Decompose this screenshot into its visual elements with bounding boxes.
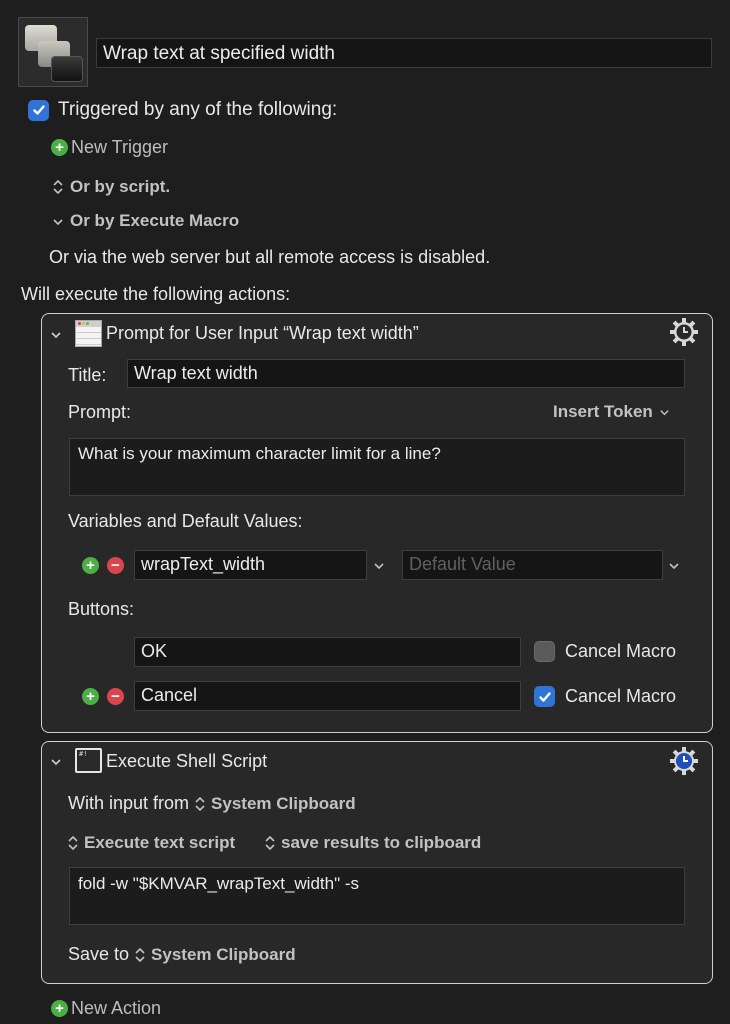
new-action-button[interactable]: + New Action bbox=[51, 998, 161, 1019]
checkmark-icon bbox=[32, 105, 45, 115]
save-to-row: Save to System Clipboard bbox=[68, 944, 296, 965]
web-server-note: Or via the web server but all remote acc… bbox=[49, 247, 491, 267]
or-by-script-label: Or by script. bbox=[70, 177, 171, 196]
prompt-textarea[interactable]: What is your maximum character limit for… bbox=[69, 438, 685, 496]
new-trigger-button[interactable]: + New Trigger bbox=[51, 137, 168, 158]
with-input-value: System Clipboard bbox=[211, 793, 356, 813]
variable-name-input[interactable]: wrapText_width bbox=[134, 550, 367, 580]
save-to-value: System Clipboard bbox=[151, 944, 296, 964]
results-mode-value: save results to clipboard bbox=[281, 833, 482, 852]
triggered-checkbox[interactable] bbox=[28, 99, 49, 121]
add-button-button[interactable]: + bbox=[82, 688, 99, 705]
updown-chevron-icon bbox=[68, 835, 78, 851]
checkmark-icon bbox=[538, 691, 551, 702]
variable-name-dropdown-icon[interactable] bbox=[373, 560, 385, 572]
chevron-down-icon bbox=[53, 219, 63, 226]
triggered-label: Triggered by any of the following: bbox=[58, 99, 338, 120]
actions-heading: Will execute the following actions: bbox=[21, 284, 291, 304]
window-icon bbox=[75, 320, 102, 347]
variables-label: Variables and Default Values: bbox=[68, 511, 303, 531]
button-ok-input[interactable]: OK bbox=[134, 637, 521, 667]
with-input-label: With input from bbox=[68, 793, 190, 813]
action-execute-shell-script: #! Execute Shell Script With input from … bbox=[41, 741, 713, 984]
with-input-popup[interactable]: System Clipboard bbox=[194, 794, 356, 814]
chevron-down-icon bbox=[660, 409, 669, 415]
new-trigger-label: New Trigger bbox=[71, 137, 169, 157]
results-mode-popup[interactable]: save results to clipboard bbox=[264, 833, 481, 853]
add-variable-button[interactable]: + bbox=[82, 557, 99, 574]
updown-chevron-icon bbox=[135, 947, 145, 962]
button-cancel-input[interactable]: Cancel bbox=[134, 681, 521, 711]
triggered-by-row: Triggered by any of the following: bbox=[28, 99, 337, 121]
or-by-execute-macro-label: Or by Execute Macro bbox=[70, 211, 240, 230]
collapse-chevron-icon[interactable] bbox=[50, 329, 62, 341]
cancel-macro-label: Cancel Macro bbox=[565, 686, 677, 706]
collapse-chevron-icon[interactable] bbox=[50, 756, 62, 768]
save-to-label: Save to bbox=[68, 944, 130, 964]
terminal-icon: #! bbox=[75, 748, 102, 773]
execute-mode-value: Execute text script bbox=[84, 833, 236, 852]
script-textarea[interactable]: fold -w "$KMVAR_wrapText_width" -s bbox=[69, 867, 685, 925]
remove-button-button[interactable]: − bbox=[107, 688, 124, 705]
new-action-label: New Action bbox=[71, 998, 162, 1018]
gear-clock-icon[interactable] bbox=[669, 317, 699, 347]
with-input-row: With input from System Clipboard bbox=[68, 793, 356, 814]
save-to-popup[interactable]: System Clipboard bbox=[134, 945, 296, 965]
remove-variable-button[interactable]: − bbox=[107, 557, 124, 574]
execute-mode-popup[interactable]: Execute text script bbox=[67, 833, 235, 853]
action-title: Execute Shell Script bbox=[106, 751, 268, 771]
macro-icon[interactable] bbox=[18, 17, 88, 87]
or-by-script-toggle[interactable]: Or by script. bbox=[52, 177, 170, 197]
default-value-input[interactable]: Default Value bbox=[402, 550, 663, 580]
prompt-label: Prompt: bbox=[68, 402, 132, 422]
updown-chevron-icon bbox=[195, 796, 205, 811]
key-icon bbox=[51, 56, 83, 82]
cancel-macro-checkbox[interactable] bbox=[534, 686, 555, 707]
or-by-execute-macro-toggle[interactable]: Or by Execute Macro bbox=[52, 211, 239, 231]
cancel-macro-option-ok[interactable]: Cancel Macro bbox=[534, 641, 676, 662]
action-title: Prompt for User Input “Wrap text width” bbox=[106, 323, 419, 343]
action-prompt-for-user-input: Prompt for User Input “Wrap text width” … bbox=[41, 313, 713, 733]
cancel-macro-option-cancel[interactable]: Cancel Macro bbox=[534, 686, 676, 707]
cancel-macro-label: Cancel Macro bbox=[565, 641, 677, 661]
macro-name-input[interactable]: Wrap text at specified width bbox=[96, 38, 712, 68]
buttons-label: Buttons: bbox=[68, 599, 135, 619]
title-label: Title: bbox=[68, 365, 107, 385]
title-input[interactable]: Wrap text width bbox=[127, 359, 685, 388]
updown-chevron-icon bbox=[265, 835, 275, 851]
gear-clock-icon[interactable] bbox=[669, 746, 699, 776]
updown-chevron-icon bbox=[53, 179, 63, 195]
insert-token-label: Insert Token bbox=[553, 402, 653, 421]
add-icon: + bbox=[51, 1000, 68, 1017]
add-icon: + bbox=[51, 139, 68, 156]
cancel-macro-checkbox[interactable] bbox=[534, 641, 555, 662]
default-value-dropdown-icon[interactable] bbox=[668, 560, 680, 572]
insert-token-menu[interactable]: Insert Token bbox=[553, 402, 670, 422]
